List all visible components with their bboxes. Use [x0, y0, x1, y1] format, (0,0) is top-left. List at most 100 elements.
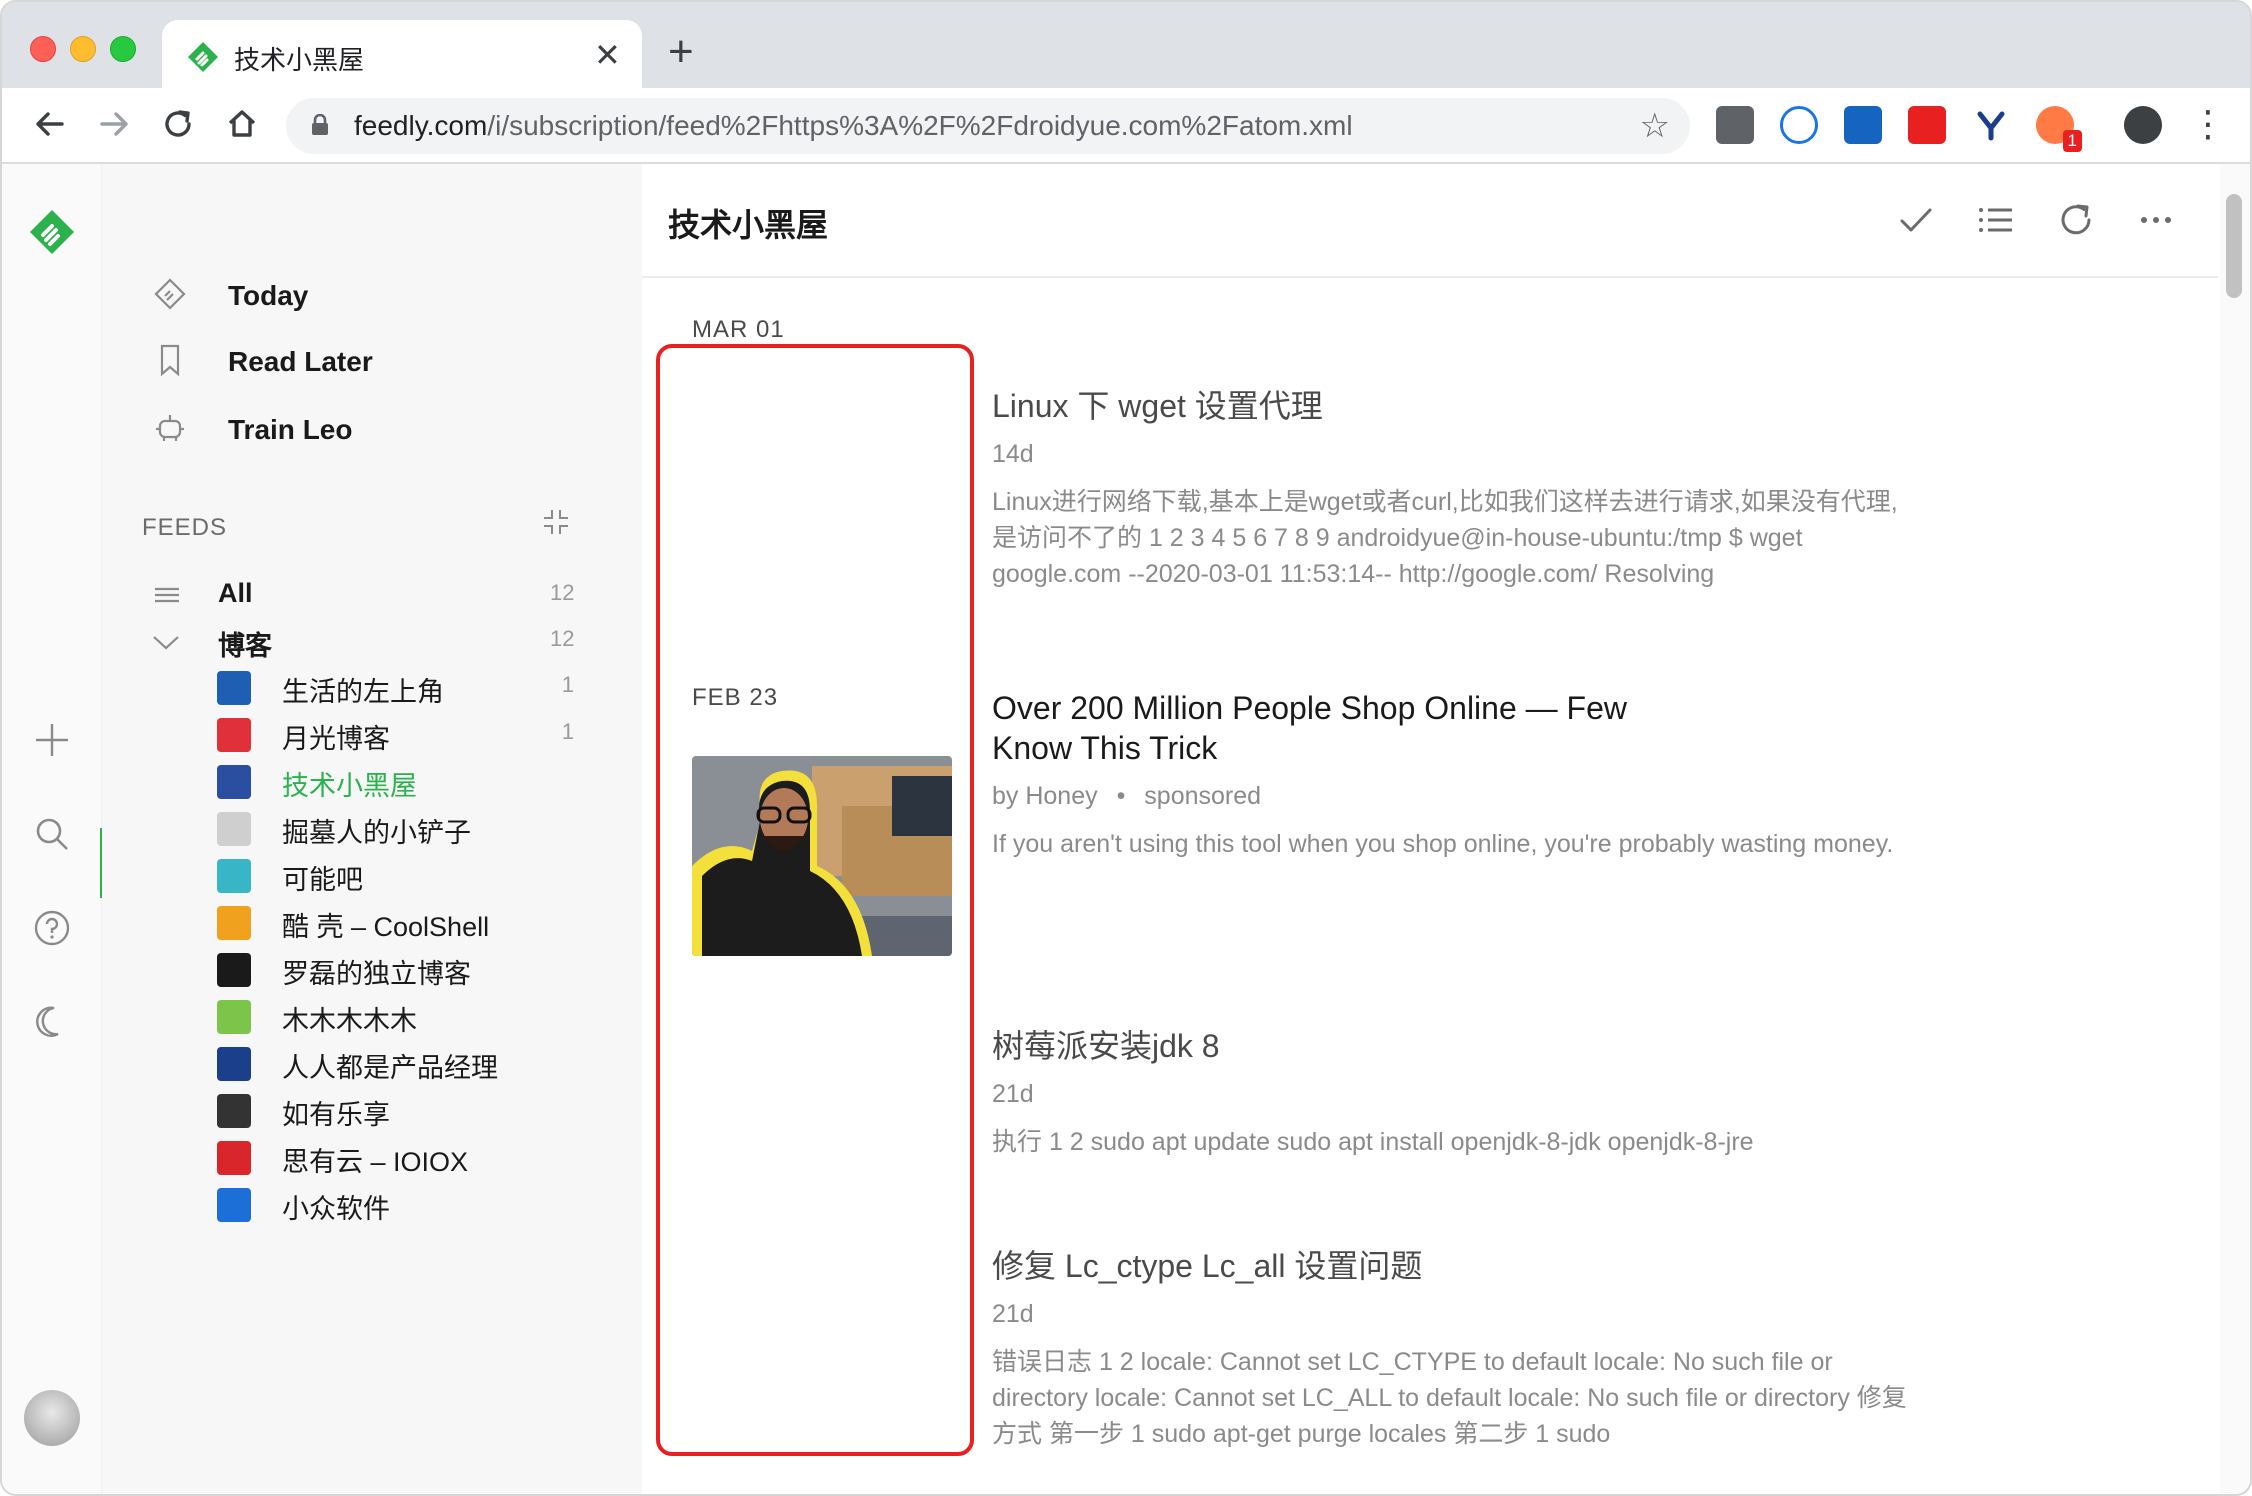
feed-item-label: 月光博客	[282, 724, 390, 754]
feed-item[interactable]: 木木木木木	[102, 993, 642, 1041]
night-mode-moon-icon[interactable]	[30, 1000, 74, 1044]
article-meta: by Honey • sponsored	[992, 780, 1912, 812]
s-extension-icon[interactable]	[1844, 106, 1882, 144]
minimize-window-button[interactable]	[70, 36, 96, 62]
search-icon[interactable]	[30, 812, 74, 856]
list-icon	[152, 578, 182, 617]
nav-today[interactable]: Today	[150, 276, 308, 316]
nav-read-later-label: Read Later	[228, 346, 373, 377]
date-divider: MAR 01	[692, 316, 785, 343]
feed-favicon-icon	[217, 953, 251, 987]
sponsored-article[interactable]: Over 200 Million People Shop Online — Fe…	[992, 688, 1912, 862]
nav-train-label: Train Leo	[228, 414, 353, 445]
feed-item[interactable]: 酷 壳 – CoolShell	[102, 899, 642, 947]
fe-extension-icon[interactable]	[1908, 106, 1946, 144]
feed-item-label: 如有乐享	[282, 1100, 390, 1130]
help-icon[interactable]	[30, 906, 74, 950]
feed-all-count: 12	[550, 580, 575, 605]
article-age: 14d	[992, 440, 1034, 468]
feed-item[interactable]: 掘墓人的小铲子	[102, 805, 642, 853]
refresh-icon[interactable]	[2056, 200, 2096, 249]
address-bar[interactable]: feedly.com/i/subscription/feed%2Fhttps%3…	[286, 98, 1690, 154]
list-view-icon[interactable]	[1976, 200, 2016, 249]
meta-separator: •	[1116, 782, 1126, 810]
article-summary: 错误日志 1 2 locale: Cannot set LC_CTYPE to …	[992, 1348, 1907, 1448]
user-avatar[interactable]	[24, 1390, 80, 1446]
feeds-sidebar: Today Read Later Train Leo FEEDS All 12	[102, 164, 642, 1494]
bookmark-star-icon[interactable]: ☆	[1640, 106, 1670, 146]
feed-group-blog[interactable]: 博客 12	[102, 618, 642, 666]
feed-item[interactable]: 人人都是产品经理	[102, 1040, 642, 1088]
article-item[interactable]: 树莓派安装jdk 8 21d 执行 1 2 sudo apt update su…	[992, 1026, 1912, 1160]
feed-all-label: All	[218, 578, 253, 608]
back-icon[interactable]	[28, 102, 72, 146]
feed-favicon-icon	[217, 859, 251, 893]
profile-avatar[interactable]	[2124, 106, 2162, 144]
feed-item-label: 技术小黑屋	[282, 771, 417, 801]
feed-item[interactable]: 生活的左上角 1	[102, 664, 642, 712]
article-title[interactable]: Linux 下 wget 设置代理	[992, 386, 1912, 426]
forward-icon[interactable]	[92, 102, 136, 146]
url-text: feedly.com/i/subscription/feed%2Fhttps%3…	[354, 110, 1353, 142]
feed-item-label: 小众软件	[282, 1194, 390, 1224]
scrollbar-track[interactable]	[2220, 164, 2250, 1494]
article-item[interactable]: Linux 下 wget 设置代理 14d Linux进行网络下载,基本上是wg…	[992, 386, 1912, 592]
article-title[interactable]: 修复 Lc_ctype Lc_all 设置问题	[992, 1246, 1912, 1286]
download-extension-icon[interactable]	[1716, 106, 1754, 144]
page-title: 技术小黑屋	[668, 207, 829, 243]
article-summary: Linux进行网络下载,基本上是wget或者curl,比如我们这样去进行请求,如…	[992, 488, 1898, 588]
feed-item[interactable]: 技术小黑屋	[102, 758, 642, 806]
tab-close-button[interactable]: ✕	[594, 36, 621, 74]
feed-item[interactable]: 月光博客 1	[102, 711, 642, 759]
y-extension-icon[interactable]	[1972, 106, 2010, 144]
article-item[interactable]: 修复 Lc_ctype Lc_all 设置问题 21d 错误日志 1 2 loc…	[992, 1246, 1912, 1452]
home-icon[interactable]	[220, 102, 264, 146]
maximize-window-button[interactable]	[110, 36, 136, 62]
browser-tab-active[interactable]: 技术小黑屋 ✕	[162, 20, 642, 90]
mark-read-icon[interactable]	[1896, 200, 1936, 249]
sponsored-tag: sponsored	[1144, 782, 1262, 810]
new-tab-button[interactable]: +	[668, 30, 694, 74]
feed-item[interactable]: 如有乐享	[102, 1087, 642, 1135]
feed-item[interactable]: 可能吧	[102, 852, 642, 900]
feed-item[interactable]: 罗磊的独立博客	[102, 946, 642, 994]
browser-window: 技术小黑屋 ✕ + feedly.com/i/subscription/feed…	[0, 0, 2252, 1496]
collapse-all-icon[interactable]	[540, 506, 572, 545]
article-author[interactable]: by Honey	[992, 782, 1098, 810]
feed-favicon-icon	[217, 671, 251, 705]
article-summary: 执行 1 2 sudo apt update sudo apt install …	[992, 1128, 1754, 1156]
feedly-logo-icon[interactable]	[28, 208, 76, 256]
scrollbar-thumb[interactable]	[2226, 194, 2242, 298]
nav-read-later[interactable]: Read Later	[150, 342, 373, 382]
article-title[interactable]: Over 200 Million People Shop Online — Fe…	[992, 688, 1652, 768]
notification-extension-icon[interactable]: 1	[2036, 106, 2082, 152]
reload-icon[interactable]	[156, 102, 200, 146]
highlight-annotation-box	[656, 344, 974, 1456]
feedly-rail	[2, 164, 102, 1494]
chevron-down-icon[interactable]	[150, 626, 182, 663]
feed-item-label: 木木木木木	[282, 1006, 417, 1036]
feed-unread-count: 1	[561, 672, 574, 697]
feed-favicon-icon	[217, 1141, 251, 1175]
nav-train-leo[interactable]: Train Leo	[150, 410, 352, 450]
header-divider	[642, 276, 2218, 278]
feed-favicon-icon	[217, 718, 251, 752]
feed-unread-count: 1	[561, 719, 574, 744]
feed-item-label: 人人都是产品经理	[282, 1053, 498, 1083]
menu-kebab-icon[interactable]: ⋮	[2186, 102, 2230, 146]
close-window-button[interactable]	[30, 36, 56, 62]
feedly-favicon-icon	[188, 42, 218, 72]
tab-strip: 技术小黑屋 ✕ +	[2, 2, 2250, 90]
more-options-icon[interactable]	[2136, 200, 2176, 249]
url-path: /i/subscription/feed%2Fhttps%3A%2F%2Fdro…	[487, 110, 1353, 141]
feed-favicon-icon	[217, 812, 251, 846]
rss-extension-icon[interactable]	[1780, 106, 1818, 144]
extension-badge: 1	[2062, 130, 2082, 152]
add-content-icon[interactable]	[30, 718, 74, 762]
feed-item-label: 思有云 – IOIOX	[282, 1147, 469, 1177]
feed-item[interactable]: 小众软件	[102, 1181, 642, 1229]
feed-item[interactable]: 思有云 – IOIOX	[102, 1134, 642, 1182]
feed-item-label: 掘墓人的小铲子	[282, 818, 471, 848]
article-title[interactable]: 树莓派安装jdk 8	[992, 1026, 1912, 1066]
feed-all[interactable]: All 12	[102, 572, 642, 620]
